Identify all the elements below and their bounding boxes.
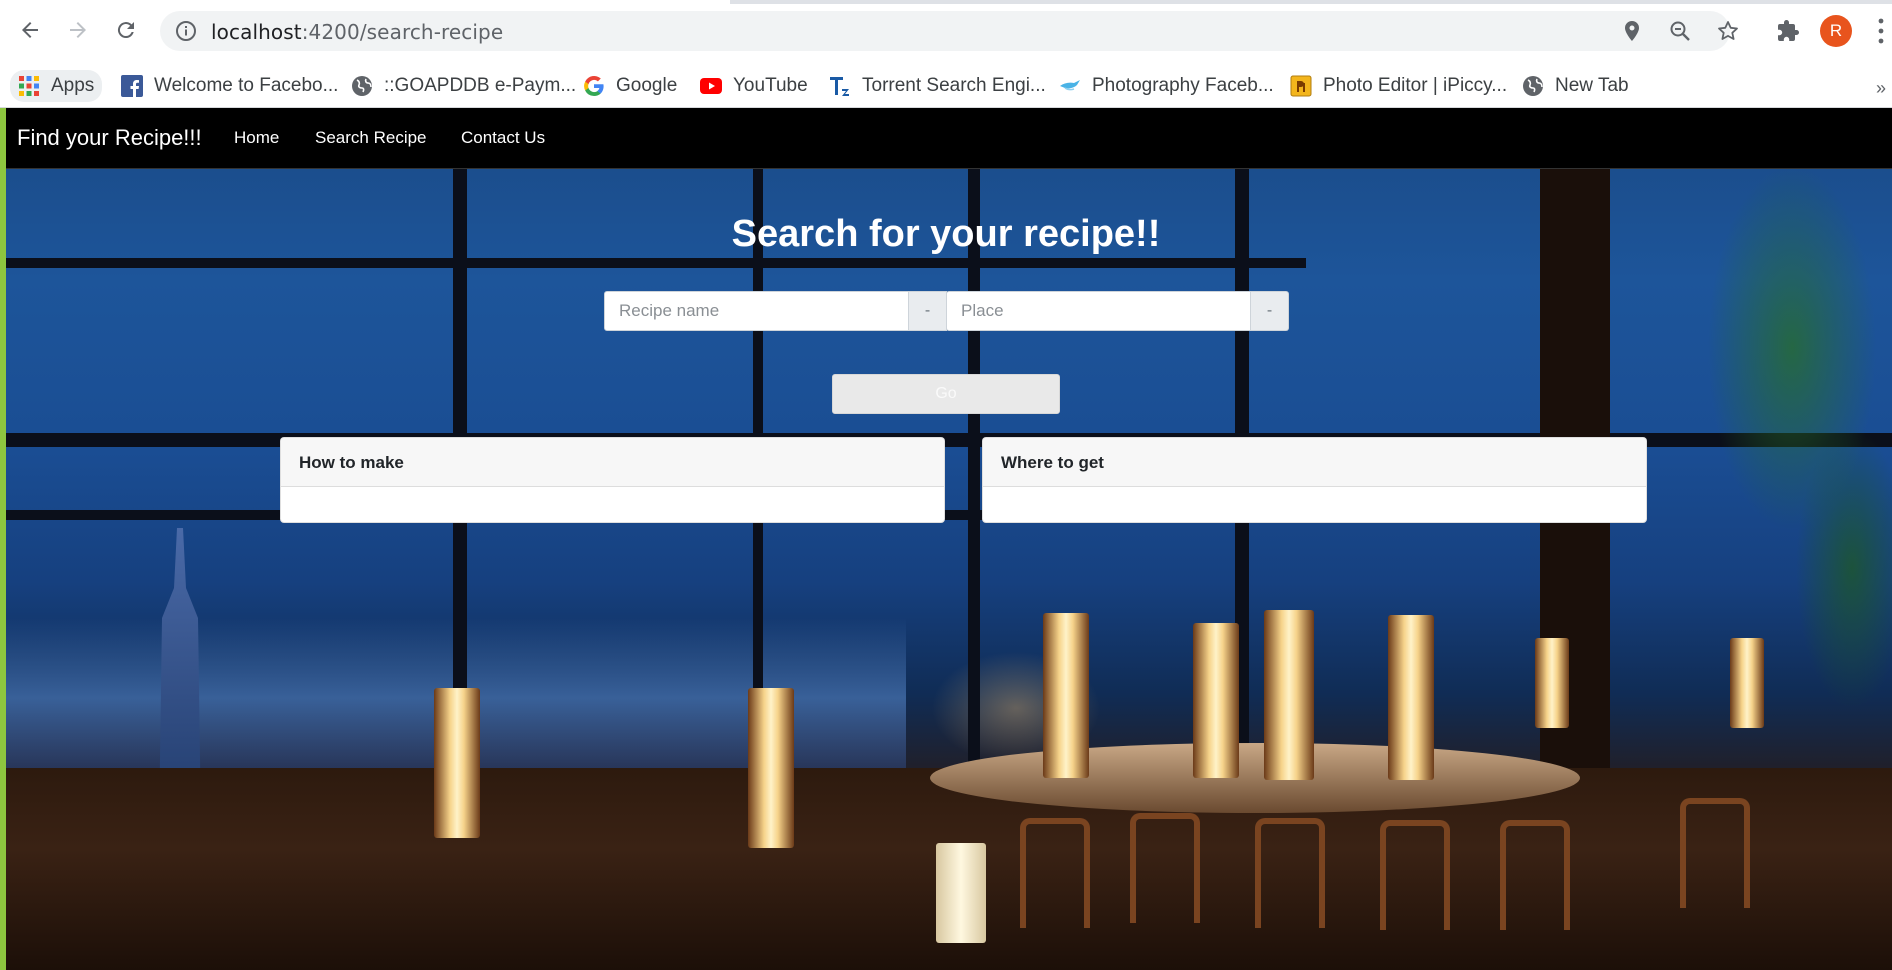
lamp-decoration xyxy=(1535,638,1569,728)
place-input[interactable] xyxy=(946,291,1251,331)
bookmark-torrent[interactable]: Torrent Search Engi... xyxy=(829,72,1046,100)
reload-button[interactable] xyxy=(108,12,144,48)
bookmark-ipiccy[interactable]: Photo Editor | iPiccy... xyxy=(1290,72,1507,100)
apps-grid-icon xyxy=(18,75,40,97)
chair-decoration xyxy=(1020,818,1090,928)
extensions-puzzle-icon[interactable] xyxy=(1776,19,1800,43)
chair-decoration xyxy=(1130,813,1200,923)
address-bar[interactable]: localhost:4200/search-recipe xyxy=(160,11,1738,51)
facebook-icon xyxy=(121,75,143,97)
lamp-decoration xyxy=(434,688,480,838)
where-to-get-card: Where to get xyxy=(982,437,1647,523)
bookmark-google[interactable]: Google xyxy=(583,72,677,100)
bar-counter-decoration xyxy=(930,743,1580,813)
tab-strip-edge xyxy=(730,0,1892,4)
bookmark-label: Welcome to Facebo... xyxy=(154,75,339,96)
globe-icon xyxy=(351,75,373,97)
lamp-decoration xyxy=(1043,613,1089,778)
chair-decoration xyxy=(1380,820,1450,930)
chair-decoration xyxy=(1255,818,1325,928)
url-host: localhost xyxy=(211,20,302,44)
url-text: localhost:4200/search-recipe xyxy=(211,20,503,44)
bookmark-label: ::GOAPDDB e-Paym... xyxy=(384,75,577,96)
page-viewport: Find your Recipe!!! Home Search Recipe C… xyxy=(0,108,1892,970)
browser-toolbar: localhost:4200/search-recipe R xyxy=(0,0,1892,62)
kebab-menu-icon[interactable] xyxy=(1878,18,1884,44)
recipe-name-input[interactable] xyxy=(604,291,909,331)
youtube-icon xyxy=(700,75,722,97)
recipe-search-group: - xyxy=(604,291,947,331)
location-pin-icon[interactable] xyxy=(1620,19,1644,43)
go-button[interactable]: Go xyxy=(832,374,1060,414)
chair-decoration xyxy=(1680,798,1750,908)
nav-link-search-recipe[interactable]: Search Recipe xyxy=(315,128,427,148)
bookmark-label: Google xyxy=(616,75,678,96)
bookmark-apps[interactable]: Apps xyxy=(10,70,103,102)
torrentz-icon xyxy=(829,75,851,97)
url-path: :4200/search-recipe xyxy=(301,20,504,44)
lamp-decoration xyxy=(936,843,986,943)
bookmark-label: Torrent Search Engi... xyxy=(862,75,1046,96)
page-heading: Search for your recipe!! xyxy=(731,213,1161,255)
place-input-addon: - xyxy=(1251,291,1289,331)
back-arrow-icon xyxy=(22,22,38,38)
forward-button[interactable] xyxy=(60,12,96,48)
bookmarks-bar: Apps Welcome to Facebo... ::GOAPDDB e-Pa… xyxy=(0,62,1892,108)
lamp-decoration xyxy=(1730,638,1764,728)
more-bookmarks-chevron-icon[interactable]: » xyxy=(1876,78,1886,99)
info-icon[interactable] xyxy=(174,19,198,43)
bookmark-label: YouTube xyxy=(733,75,808,96)
bookmark-goapddb[interactable]: ::GOAPDDB e-Paym... xyxy=(351,72,576,100)
lamp-decoration xyxy=(748,688,794,848)
star-bookmark-icon[interactable] xyxy=(1716,19,1740,43)
bookmark-label: New Tab xyxy=(1555,75,1629,96)
reload-icon xyxy=(117,22,134,39)
bookmark-label: Apps xyxy=(51,75,95,96)
ipiccy-icon xyxy=(1290,75,1312,97)
bookmark-photography[interactable]: Photography Faceb... xyxy=(1059,72,1274,100)
window-frame-decoration xyxy=(6,258,1306,268)
place-search-group: - xyxy=(946,291,1289,331)
bookmark-new-tab[interactable]: New Tab xyxy=(1522,72,1629,100)
bookmark-youtube[interactable]: YouTube xyxy=(700,72,808,100)
recipe-input-addon: - xyxy=(909,291,947,331)
card-header-how-to-make: How to make xyxy=(281,438,944,487)
bookmark-label: Photography Faceb... xyxy=(1092,75,1274,96)
nav-link-home[interactable]: Home xyxy=(234,128,279,148)
how-to-make-card: How to make xyxy=(280,437,945,523)
chair-decoration xyxy=(1500,820,1570,930)
site-navbar: Find your Recipe!!! Home Search Recipe C… xyxy=(6,108,1892,169)
lamp-decoration xyxy=(1264,610,1314,780)
bird-icon xyxy=(1059,75,1081,97)
nav-link-contact-us[interactable]: Contact Us xyxy=(461,128,545,148)
zoom-out-icon[interactable] xyxy=(1668,19,1692,43)
google-icon xyxy=(583,75,605,97)
bookmark-label: Photo Editor | iPiccy... xyxy=(1323,75,1508,96)
lamp-decoration xyxy=(1388,615,1434,780)
bookmark-facebook[interactable]: Welcome to Facebo... xyxy=(121,72,338,100)
lamp-decoration xyxy=(1193,623,1239,778)
site-brand[interactable]: Find your Recipe!!! xyxy=(17,125,202,151)
back-button[interactable] xyxy=(12,12,48,48)
profile-avatar[interactable]: R xyxy=(1820,15,1852,47)
card-header-where-to-get: Where to get xyxy=(983,438,1646,487)
forward-arrow-icon xyxy=(70,22,86,38)
globe-icon xyxy=(1522,75,1544,97)
